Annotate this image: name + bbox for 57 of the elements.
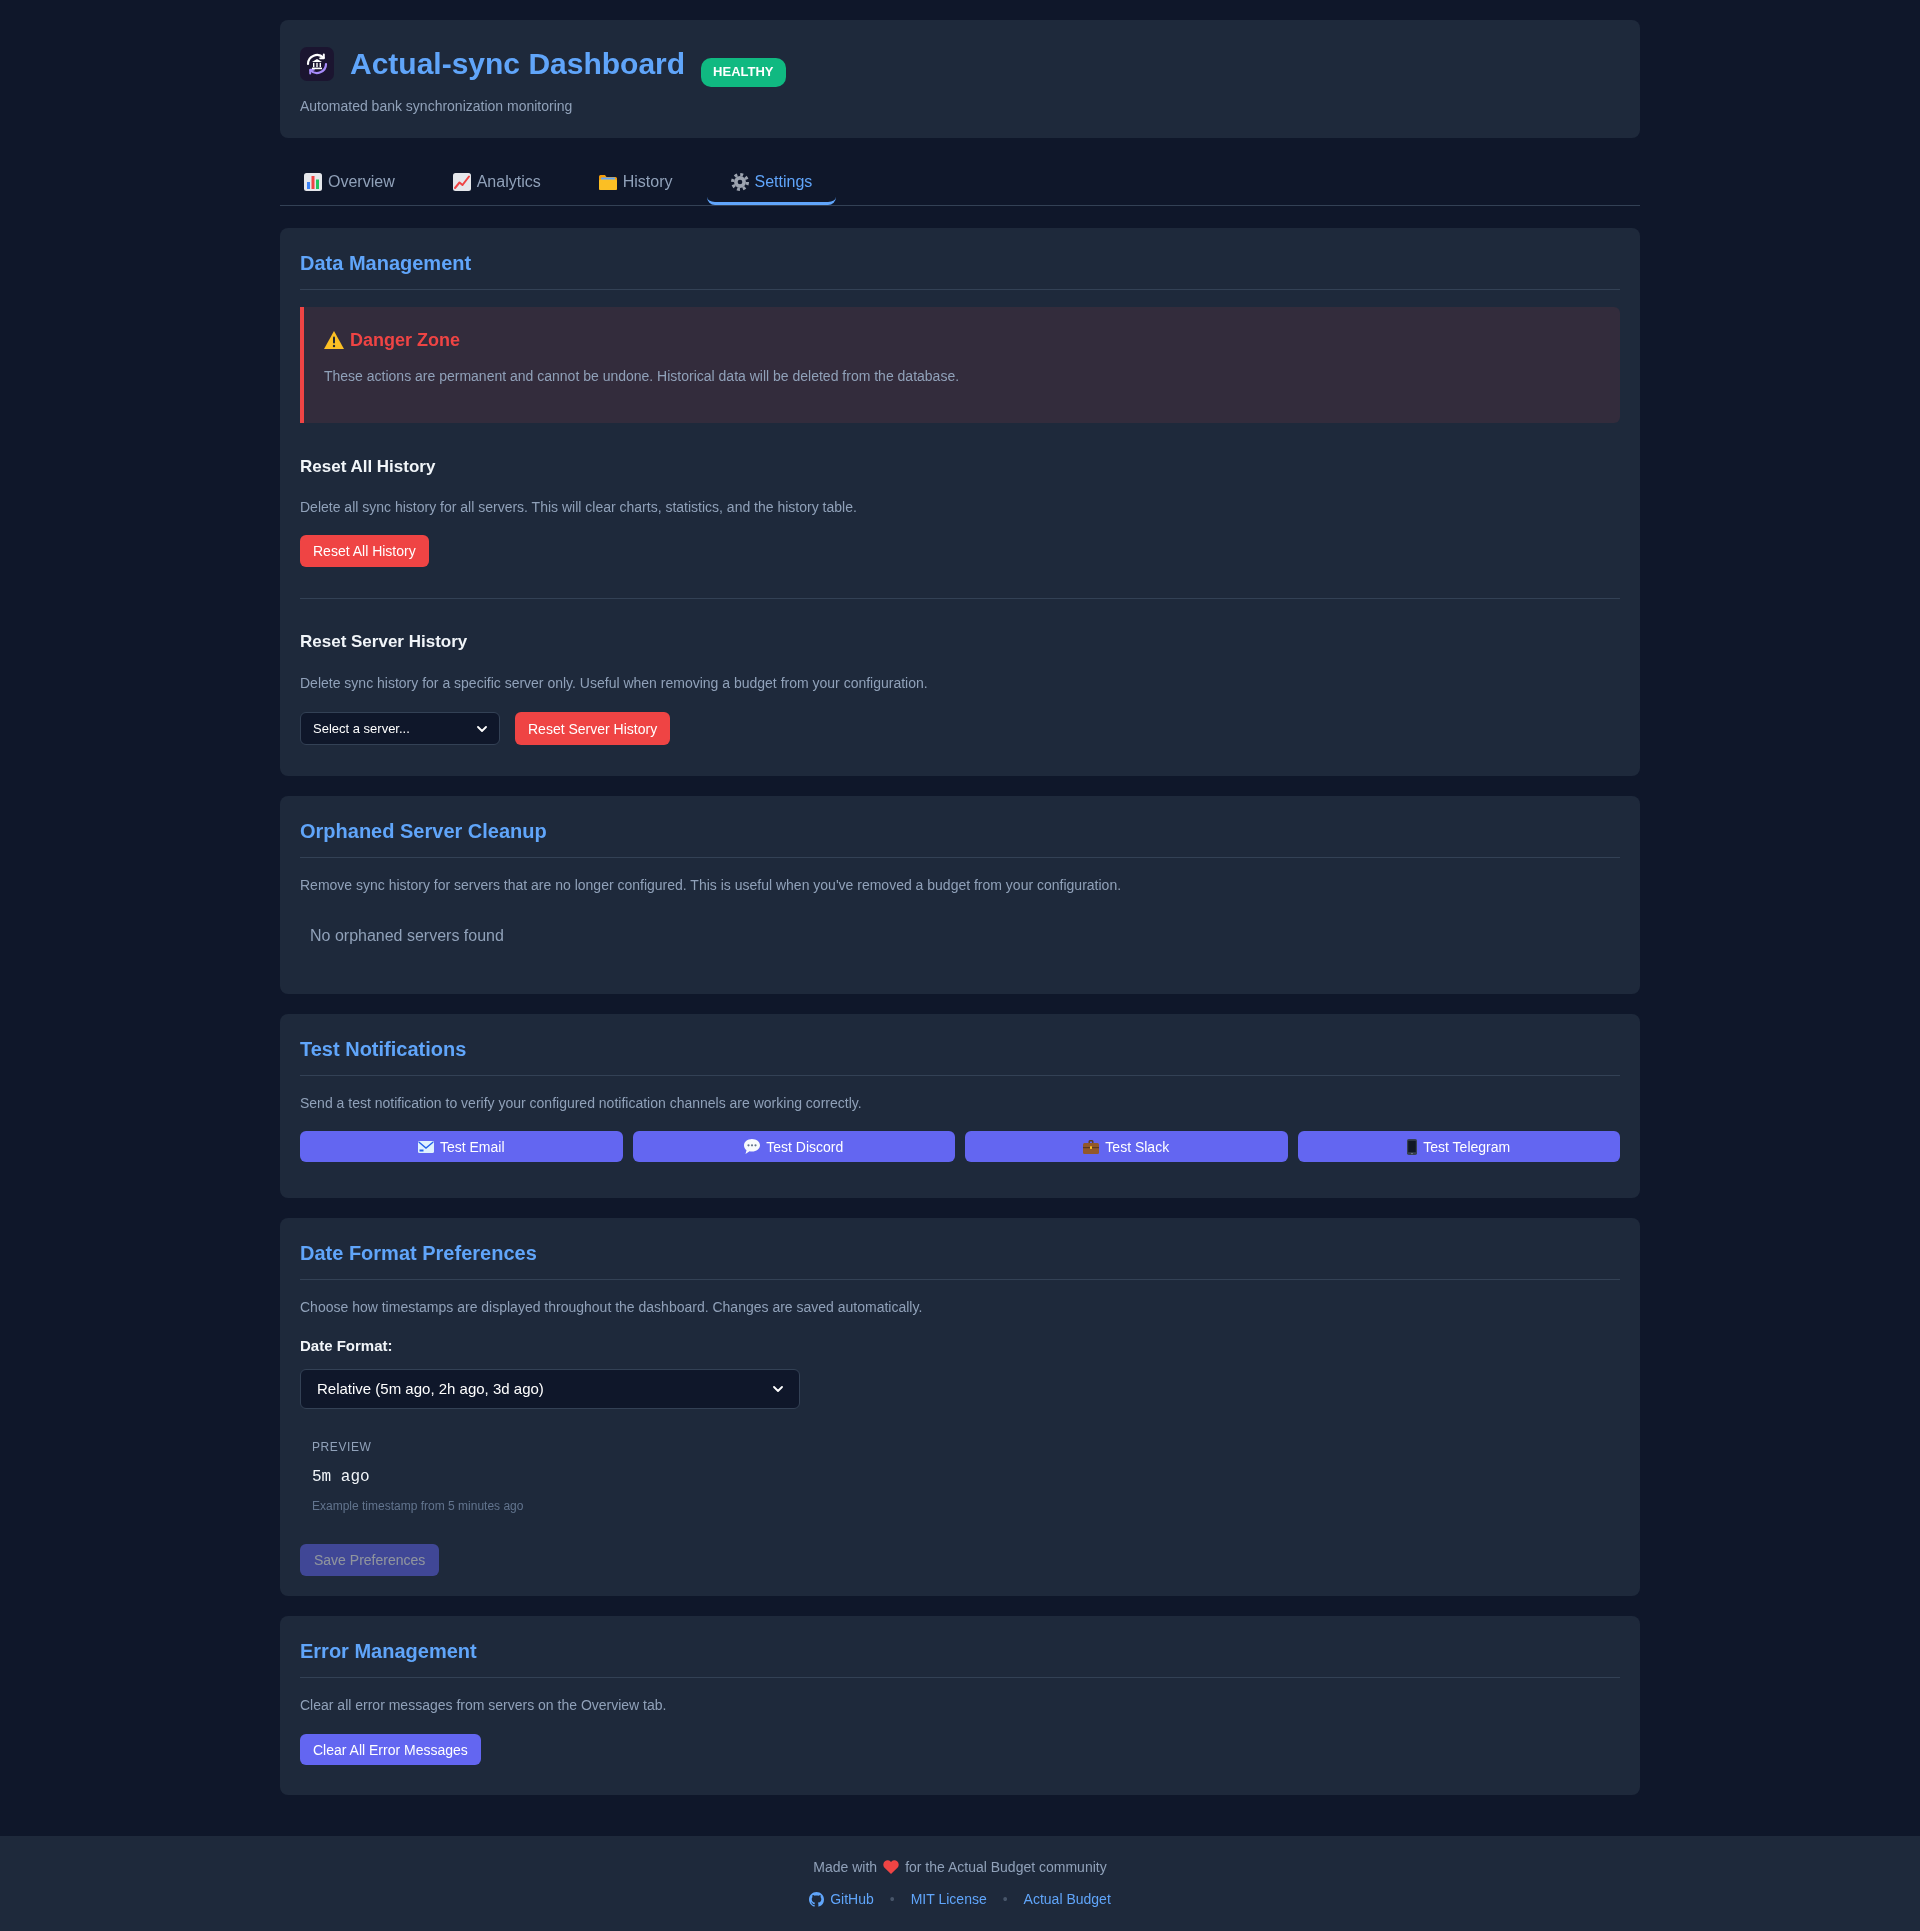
heart-icon (883, 1860, 900, 1874)
clear-errors-button[interactable]: Clear All Error Messages (300, 1734, 481, 1765)
separator-dot: • (889, 1890, 895, 1909)
preview-label: PREVIEW (312, 1439, 372, 1455)
status-badge: HEALTHY (701, 57, 786, 87)
action-title: Reset All History (300, 456, 436, 478)
section-description: Choose how timestamps are displayed throughout the dashboard. Changes are saved automatically. (300, 1298, 923, 1317)
gear-icon (730, 173, 749, 191)
phone-icon (1407, 1138, 1418, 1155)
line-chart-icon (452, 173, 471, 191)
test-notification-button[interactable]: Test Discord (632, 1131, 955, 1162)
danger-zone-title: Danger Zone (350, 329, 460, 352)
test-notification-button[interactable]: Test Email (300, 1131, 623, 1162)
section-title: Date Format Preferences (300, 1241, 537, 1266)
action-description: Delete sync history for a specific server only. Useful when removing a budget from your configuration. (300, 674, 928, 693)
bar-chart-icon (304, 173, 322, 191)
footer-link[interactable]: Actual Budget (1023, 1889, 1111, 1909)
reset-button[interactable]: Reset Server History (515, 712, 671, 745)
dashboard-title: Actual-sync Dashboard (350, 46, 686, 82)
footer-text: Made with (813, 1858, 878, 1877)
tab[interactable]: Analytics (428, 162, 565, 205)
github-icon (809, 1891, 825, 1907)
section-title: Error Management (300, 1639, 477, 1664)
section-title: Data Management (300, 251, 472, 276)
chevron-down-icon (773, 1386, 783, 1392)
date-format-select[interactable]: Relative (5m ago, 2h ago, 3d ago) (300, 1369, 800, 1409)
section-description: Send a test notification to verify your configured notification channels are working correctly. (300, 1094, 862, 1113)
folder-icon (598, 174, 617, 190)
separator-dot: • (1002, 1890, 1008, 1909)
section-description: Remove sync history for servers that are no longer configured. This is useful when you've removed a budget from your configuration. (300, 876, 1122, 895)
footer-link[interactable]: GitHub (809, 1889, 874, 1909)
server-select[interactable]: Select a server... (300, 712, 500, 745)
tab[interactable]: Overview (280, 162, 419, 205)
test-notification-button[interactable]: Test Telegram (1297, 1131, 1620, 1162)
briefcase-icon (1083, 1139, 1100, 1154)
action-description: Delete all sync history for all servers. This will clear charts, statistics, and the history table. (300, 498, 857, 517)
envelope-icon (417, 1140, 434, 1153)
speech-bubble-icon (744, 1139, 761, 1154)
bank-logo-icon (300, 47, 334, 81)
preview-note: Example timestamp from 5 minutes ago (312, 1498, 524, 1514)
empty-message: No orphaned servers found (310, 926, 504, 946)
preview-value: 5m ago (312, 1467, 370, 1488)
tab[interactable]: History (574, 162, 697, 205)
danger-zone-text: These actions are permanent and cannot be undone. Historical data will be deleted from the database. (324, 367, 960, 386)
warning-icon (324, 331, 344, 349)
footer-text: for the Actual Budget community (905, 1858, 1107, 1877)
action-title: Reset Server History (300, 631, 468, 653)
chevron-down-icon (477, 725, 487, 732)
section-title: Orphaned Server Cleanup (300, 819, 547, 844)
section-description: Clear all error messages from servers on the Overview tab. (300, 1696, 667, 1715)
test-notification-button[interactable]: Test Slack (965, 1131, 1288, 1162)
section-title: Test Notifications (300, 1037, 467, 1062)
reset-button[interactable]: Reset All History (300, 535, 429, 567)
dashboard-subtitle: Automated bank synchronization monitoring (300, 97, 573, 116)
footer-link[interactable]: MIT License (910, 1889, 987, 1909)
field-label: Date Format: (300, 1336, 393, 1356)
tab[interactable]: Settings (706, 162, 837, 205)
